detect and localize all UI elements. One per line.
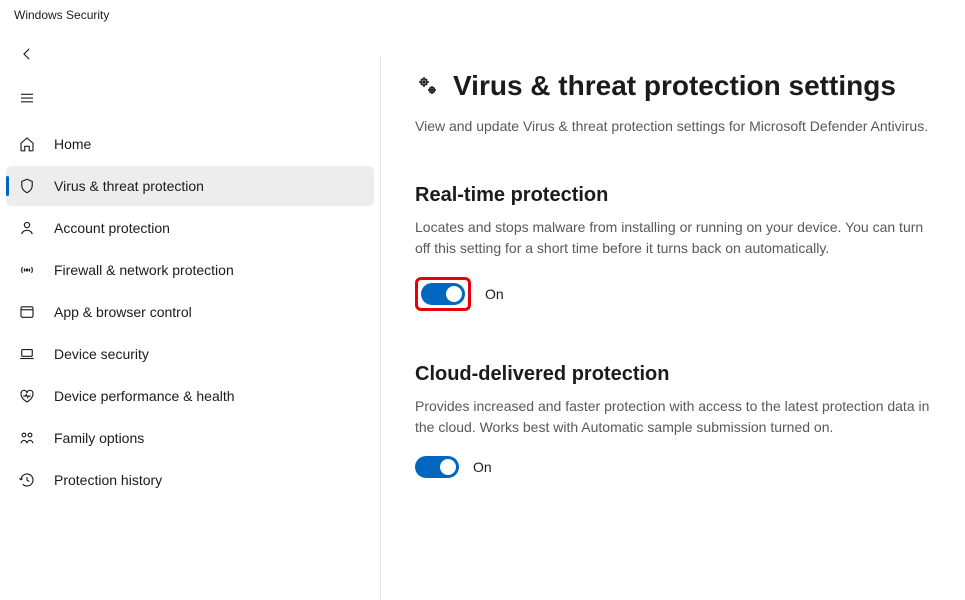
- sidebar: Home Virus & threat protection Account p…: [0, 28, 380, 600]
- sidebar-item-device-security[interactable]: Device security: [6, 334, 374, 374]
- section-desc-cloud: Provides increased and faster protection…: [415, 396, 935, 438]
- antenna-icon: [18, 261, 36, 279]
- section-cloud: Cloud-delivered protection Provides incr…: [415, 363, 935, 478]
- toggle-row-realtime: On: [415, 277, 935, 311]
- toggle-label-cloud: On: [473, 459, 492, 475]
- sidebar-item-history[interactable]: Protection history: [6, 460, 374, 500]
- person-icon: [18, 219, 36, 237]
- laptop-icon: [18, 345, 36, 363]
- highlight-box: [415, 277, 471, 311]
- menu-button[interactable]: [6, 80, 46, 116]
- section-title-cloud: Cloud-delivered protection: [415, 363, 935, 386]
- sidebar-item-app-browser[interactable]: App & browser control: [6, 292, 374, 332]
- sidebar-item-account[interactable]: Account protection: [6, 208, 374, 248]
- sidebar-item-performance[interactable]: Device performance & health: [6, 376, 374, 416]
- nav-list: Home Virus & threat protection Account p…: [6, 124, 374, 500]
- section-realtime: Real-time protection Locates and stops m…: [415, 184, 935, 311]
- sidebar-item-home[interactable]: Home: [6, 124, 374, 164]
- hamburger-icon: [18, 89, 36, 107]
- sidebar-item-label: Firewall & network protection: [54, 262, 234, 278]
- toggle-row-cloud: On: [415, 456, 935, 478]
- window-icon: [18, 303, 36, 321]
- sidebar-item-firewall[interactable]: Firewall & network protection: [6, 250, 374, 290]
- sidebar-item-label: Virus & threat protection: [54, 178, 204, 194]
- section-desc-realtime: Locates and stops malware from installin…: [415, 217, 935, 259]
- back-button[interactable]: [6, 36, 46, 72]
- section-title-realtime: Real-time protection: [415, 184, 935, 207]
- sidebar-item-virus-threat[interactable]: Virus & threat protection: [6, 166, 374, 206]
- toggle-cloud[interactable]: [415, 456, 459, 478]
- page-header: Virus & threat protection settings: [415, 70, 935, 102]
- sidebar-item-label: App & browser control: [54, 304, 192, 320]
- sidebar-item-family[interactable]: Family options: [6, 418, 374, 458]
- sidebar-item-label: Device performance & health: [54, 388, 235, 404]
- home-icon: [18, 135, 36, 153]
- page-title: Virus & threat protection settings: [453, 70, 896, 102]
- app-title: Windows Security: [0, 0, 965, 28]
- shield-icon: [18, 177, 36, 195]
- gears-icon: [415, 73, 439, 100]
- page-subtitle: View and update Virus & threat protectio…: [415, 116, 935, 136]
- sidebar-item-label: Home: [54, 136, 91, 152]
- back-arrow-icon: [18, 45, 36, 63]
- sidebar-item-label: Protection history: [54, 472, 162, 488]
- toggle-realtime[interactable]: [421, 283, 465, 305]
- sidebar-item-label: Account protection: [54, 220, 170, 236]
- sidebar-item-label: Family options: [54, 430, 144, 446]
- history-icon: [18, 471, 36, 489]
- family-icon: [18, 429, 36, 447]
- toggle-label-realtime: On: [485, 286, 504, 302]
- heart-icon: [18, 387, 36, 405]
- sidebar-item-label: Device security: [54, 346, 149, 362]
- body-area: Home Virus & threat protection Account p…: [0, 28, 965, 600]
- main-content: Virus & threat protection settings View …: [381, 28, 965, 600]
